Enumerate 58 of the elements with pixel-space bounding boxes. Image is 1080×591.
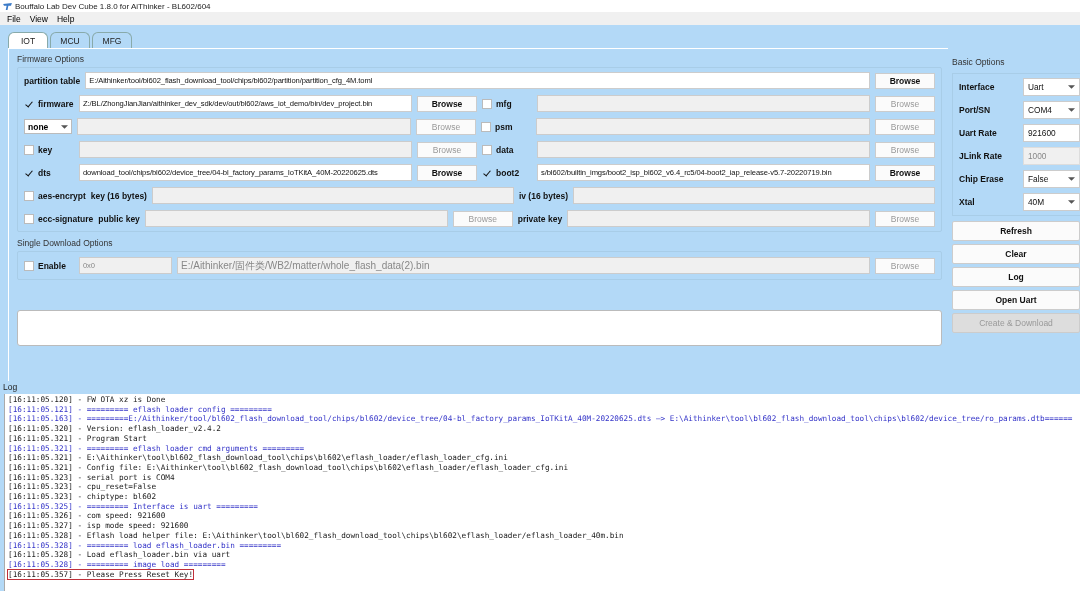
checkbox[interactable] [24,260,34,271]
browse-button[interactable]: Browse [875,164,935,181]
window-title: Bouffalo Lab Dev Cube 1.8.0 for AiThinker - BL602/604 [15,1,211,11]
option-label: Port/SN [959,105,992,115]
app-icon [3,2,12,10]
input-field[interactable]: 921600 [1023,124,1080,142]
group-title: Basic Options [952,57,1006,67]
field-label: public key [98,213,140,224]
menu-item[interactable]: View [29,13,48,24]
field-label: iv (16 bytes) [518,190,569,201]
checkbox-label: ecc-signature [38,213,94,224]
tab[interactable]: MCU [50,32,90,48]
checkbox[interactable] [481,121,491,132]
checkbox[interactable] [482,144,492,155]
checkbox[interactable] [482,98,492,109]
field-label: private key [517,213,563,224]
dropdown[interactable]: Uart [1023,78,1080,96]
checkbox[interactable] [24,144,34,155]
tab[interactable]: MFG [92,32,132,48]
action-button[interactable]: Open Uart [952,290,1080,310]
checkbox-label: key [38,144,53,155]
checkbox-label: dts [38,167,51,178]
checkbox-label: mfg [496,98,512,109]
checkbox-label: psm [495,121,513,132]
browse-button[interactable]: Browse [417,95,477,112]
option-label: Uart Rate [959,128,998,138]
checkbox[interactable] [24,190,34,201]
checkbox[interactable] [24,213,34,224]
checkbox-label: firmware [38,98,74,109]
caret-icon [61,124,68,129]
checkbox-label: Enable [38,260,66,271]
dropdown[interactable]: none [24,119,72,134]
group-title: Single Download Options [17,238,114,248]
checkbox-label: data [496,144,514,155]
field-label: key (16 bytes) [90,190,147,201]
action-button[interactable]: Clear [952,244,1080,264]
menu-item[interactable]: Help [57,13,75,24]
caret-icon [1068,177,1075,181]
caret-icon [1068,108,1075,112]
option-label: JLink Rate [959,151,1003,161]
group-title: Firmware Options [17,54,86,64]
dropdown[interactable]: 40M [1023,193,1080,211]
action-button[interactable]: Refresh [952,221,1080,241]
checkbox-label: boot2 [496,167,520,178]
browse-button[interactable]: Browse [875,72,935,89]
dropdown[interactable]: COM4 [1023,101,1080,119]
caret-icon [1068,85,1075,89]
checkbox-label: aes-encrypt [38,190,86,201]
dropdown[interactable]: False [1023,170,1080,188]
log-title: Log [3,382,18,392]
menu-item[interactable]: File [7,13,21,24]
browse-button[interactable]: Browse [417,164,477,181]
action-button[interactable]: Log [952,267,1080,287]
field-label: partition table [24,75,81,86]
option-label: Xtal [959,197,976,207]
option-label: Interface [959,82,996,92]
caret-icon [1068,200,1075,204]
option-label: Chip Erase [959,174,1005,184]
